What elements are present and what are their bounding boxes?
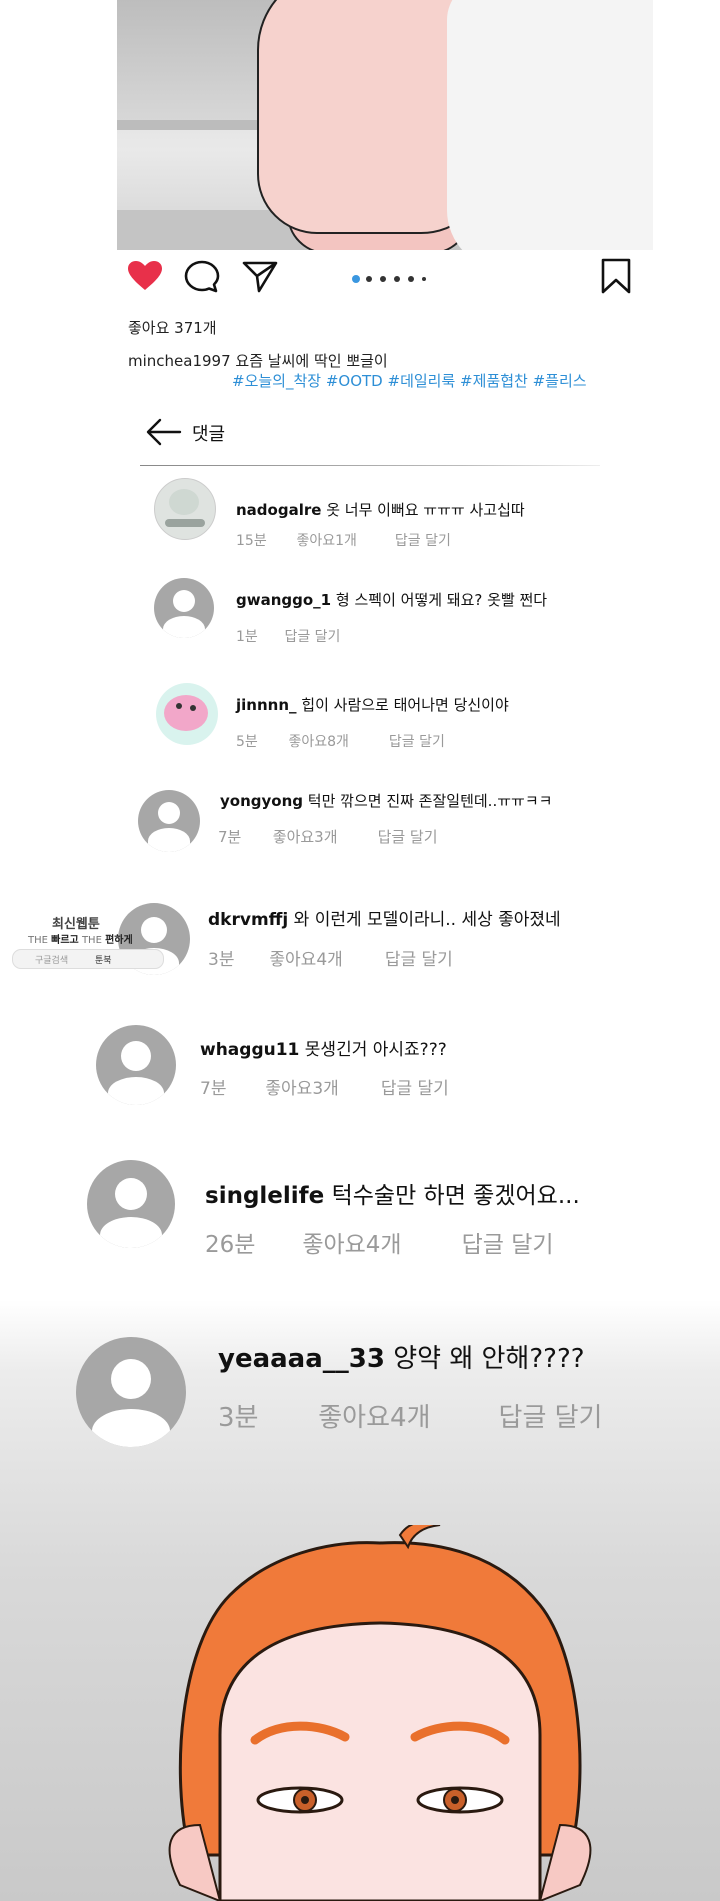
comment-text: 와 이런게 모델이라니.. 세상 좋아졌네 — [293, 910, 561, 930]
comment-likes[interactable]: 좋아요4개 — [269, 945, 379, 970]
comment-text: 못생긴거 아시죠??? — [304, 1040, 447, 1060]
watermark-brand: 툰북 — [95, 956, 112, 966]
reply-button[interactable]: 답글 달기 — [499, 1397, 603, 1434]
comment-time: 15분 — [236, 533, 267, 549]
reply-button[interactable]: 답글 달기 — [284, 626, 340, 646]
caption-hashtags[interactable]: #오늘의_착장 #OOTD #데일리룩 #제품협찬 #플리스 — [232, 370, 587, 391]
comment-text: 양약 왜 안해???? — [393, 1344, 585, 1374]
watermark-title: 최신웹툰 — [52, 917, 100, 932]
comment-likes[interactable]: 좋아요3개 — [273, 826, 373, 847]
watermark-tagline: THE 빠르고 THE 편하게 — [28, 935, 133, 946]
comment-likes[interactable]: 좋아요4개 — [318, 1397, 490, 1434]
carousel-dot[interactable] — [394, 276, 400, 282]
reply-button[interactable]: 답글 달기 — [462, 1225, 554, 1259]
reply-button[interactable]: 답글 달기 — [389, 731, 445, 751]
comment-icon[interactable] — [184, 260, 220, 298]
comment-username[interactable]: yeaaaa__33 — [218, 1344, 385, 1374]
comment-username[interactable]: jinnnn_ — [236, 696, 297, 714]
avatar[interactable] — [138, 790, 200, 852]
reply-button[interactable]: 답글 달기 — [395, 530, 451, 550]
bookmark-icon[interactable] — [600, 258, 632, 298]
comment-text: 턱수술만 하면 좋겠어요... — [331, 1183, 580, 1209]
likes-count[interactable]: 좋아요 371개 — [128, 317, 217, 338]
caption-text: 요즘 날씨에 딱인 뽀글이 — [235, 352, 388, 370]
comment-likes[interactable]: 좋아요3개 — [265, 1074, 375, 1099]
carousel-dot[interactable] — [352, 275, 360, 283]
caption-username[interactable]: minchea1997 — [128, 352, 231, 370]
avatar[interactable] — [154, 578, 214, 638]
comment-username[interactable]: whaggu11 — [200, 1040, 299, 1060]
carousel-dot[interactable] — [380, 276, 386, 282]
comment-time: 26분 — [205, 1232, 256, 1258]
comment-text: 힙이 사람으로 태어나면 당신이야 — [301, 696, 509, 714]
post-image[interactable] — [117, 0, 653, 250]
avatar[interactable] — [156, 683, 218, 745]
caption: minchea1997 요즘 날씨에 딱인 뽀글이 — [128, 350, 388, 371]
post-action-bar — [0, 252, 720, 304]
comment-likes[interactable]: 좋아요8개 — [288, 731, 384, 751]
avatar[interactable] — [154, 478, 216, 540]
comment-text: 턱만 깎으면 진짜 존잘일텐데..ㅠㅠㅋㅋ — [307, 792, 553, 810]
comments-divider — [140, 465, 600, 466]
reply-button[interactable]: 답글 달기 — [385, 945, 453, 970]
character-illustration — [168, 1525, 592, 1901]
carousel-dot[interactable] — [408, 276, 414, 282]
comment-time: 3분 — [218, 1403, 259, 1433]
comments-title: 댓글 — [192, 424, 226, 445]
watermark-badge[interactable]: 최신웹툰 THE 빠르고 THE 편하게 구글검색 툰북 — [12, 913, 164, 973]
comment-username[interactable]: yongyong — [220, 792, 303, 810]
comment-time: 3분 — [208, 950, 235, 970]
watermark-search-pill[interactable]: 구글검색 툰북 — [12, 949, 164, 969]
comment-likes[interactable]: 좋아요1개 — [296, 530, 390, 550]
carousel-dot[interactable] — [366, 276, 372, 282]
reply-button[interactable]: 답글 달기 — [381, 1074, 449, 1099]
comment-username[interactable]: dkrvmffj — [208, 910, 288, 930]
comment-time: 7분 — [218, 828, 242, 846]
comment-time: 5분 — [236, 734, 258, 750]
arrow-left-icon[interactable] — [146, 418, 182, 450]
watermark-search-label: 구글검색 — [35, 956, 69, 966]
comment-text: 형 스펙이 어떻게 돼요? 옷빨 쩐다 — [335, 591, 548, 609]
heart-icon[interactable] — [127, 260, 163, 296]
avatar[interactable] — [96, 1025, 176, 1105]
comment-time: 1분 — [236, 629, 258, 645]
avatar[interactable] — [87, 1160, 175, 1248]
comment-username[interactable]: nadogalre — [236, 501, 321, 519]
carousel-dot[interactable] — [422, 277, 426, 281]
avatar[interactable] — [76, 1337, 186, 1447]
comment-text: 옷 너무 이뻐요 ㅠㅠㅠ 사고십따 — [326, 501, 525, 519]
comment-username[interactable]: singlelife — [205, 1183, 324, 1209]
comment-likes[interactable]: 좋아요4개 — [302, 1225, 454, 1259]
share-icon[interactable] — [242, 260, 278, 298]
reply-button[interactable]: 답글 달기 — [378, 826, 438, 847]
comment-time: 7분 — [200, 1079, 227, 1099]
comment-username[interactable]: gwanggo_1 — [236, 591, 331, 609]
